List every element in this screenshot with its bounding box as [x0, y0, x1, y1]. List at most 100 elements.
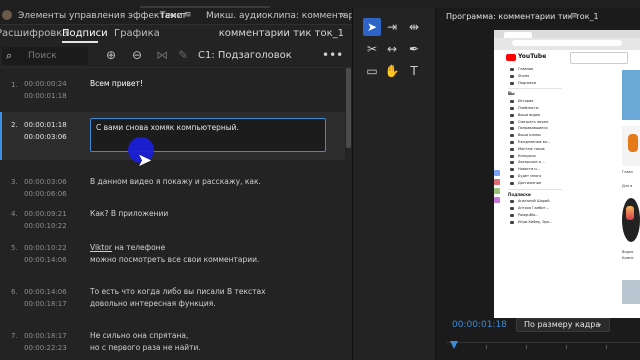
yt-side-item: Подписки — [508, 80, 562, 87]
pen-tool-icon[interactable]: ✒ — [405, 40, 423, 58]
add-caption-icon[interactable]: ⊕ — [106, 48, 116, 62]
row-number: 7. — [11, 332, 18, 340]
caption-text[interactable]: Всем привет! — [90, 78, 143, 90]
time-in: 00:00:09:21 — [24, 210, 67, 218]
caption-style-selector[interactable]: C1: Подзаголовок — [198, 50, 292, 61]
row-number: 3. — [11, 178, 18, 186]
row-timecodes: 00:00:10:22 00:00:14:06 — [24, 242, 67, 266]
video-frame[interactable]: YouTube Главная Shorts Подписки Вы Истор… — [494, 30, 640, 318]
rectangle-tool-icon[interactable]: ▭ — [363, 62, 381, 80]
yt-side-item: PalaguBlo... — [508, 212, 562, 219]
caption-text-line2: можно посмотреть все свои комментарии. — [90, 255, 260, 264]
yt-side-item: Плейлисты — [508, 105, 562, 112]
caption-list: 1. 00:00:00:24 00:00:01:18 Всем привет! … — [0, 68, 345, 360]
subtab-graphics[interactable]: Графика — [114, 28, 160, 39]
time-in: 00:00:14:06 — [24, 288, 67, 296]
program-time-ruler[interactable] — [446, 341, 640, 351]
yt-side-item: Антоха Гамбит... — [508, 205, 562, 212]
yt-side-item: Конкурсы — [508, 153, 562, 160]
yt-side-item: Новости и... — [508, 166, 562, 173]
search-icon: ⌕ — [6, 49, 13, 62]
slip-tool-icon[interactable]: ↔ — [383, 40, 401, 58]
yt-side-item: Достижения — [508, 180, 562, 187]
chevron-down-icon: ⌄ — [595, 319, 603, 329]
type-tool-icon[interactable]: T — [405, 62, 423, 80]
tab-text[interactable]: Текст — [160, 11, 187, 21]
browser-chrome — [494, 30, 640, 50]
top-strip — [0, 0, 640, 8]
caption-text[interactable]: Как? В приложении — [90, 208, 168, 220]
caption-text-line1: То есть что когда либо вы писали В текст… — [90, 287, 266, 296]
time-in: 00:00:01:18 — [24, 121, 67, 129]
caption-edit-field[interactable]: С вами снова хомяк компьютерный. — [90, 118, 326, 152]
premiere-window: Элементы управления эффектами Текст ≡ Ми… — [0, 0, 640, 360]
time-in: 00:00:18:17 — [24, 332, 67, 340]
scrollbar-thumb[interactable] — [346, 68, 351, 148]
yt-side-item: Монтаж тиков — [508, 146, 562, 153]
avatar[interactable] — [2, 10, 12, 20]
list-item[interactable]: 6. 00:00:14:06 00:00:18:17 То есть что к… — [0, 286, 345, 316]
caption-text[interactable]: То есть что когда либо вы писали В текст… — [90, 286, 266, 310]
list-item[interactable]: 7. 00:00:18:17 00:00:22:23 Не сильно она… — [0, 330, 345, 360]
zoom-fit-dropdown[interactable]: По размеру кадра ⌄ — [516, 318, 610, 332]
subtab-active-indicator — [62, 41, 98, 43]
caption-text[interactable]: Viktor на телефоне можно посмотреть все с… — [90, 242, 259, 266]
row-timecodes: 00:00:18:17 00:00:22:23 — [24, 330, 67, 354]
time-out: 00:00:22:23 — [24, 344, 67, 352]
panel-tabs: Элементы управления эффектами Текст ≡ Ми… — [0, 8, 415, 25]
yt-side-item: Ежедневные вл... — [508, 139, 562, 146]
time-out: 00:00:03:06 — [24, 133, 67, 141]
time-out: 00:00:01:18 — [24, 92, 67, 100]
list-item-selected[interactable]: 2. 00:00:01:18 00:00:03:06 С вами снова … — [0, 112, 345, 160]
caption-text[interactable]: В данном видео я покажу и расскажу, как. — [90, 176, 261, 188]
yt-side-item: Игры Кибер, Эро... — [508, 219, 562, 226]
yt-side-item: Хакерские и ... — [508, 159, 562, 166]
row-timecodes: 00:00:03:06 00:00:06:06 — [24, 176, 67, 200]
program-timecode[interactable]: 00:00:01:18 — [452, 320, 507, 330]
list-item[interactable]: 4. 00:00:09:21 00:00:10:22 Как? В прилож… — [0, 208, 345, 238]
razor-tool-icon[interactable]: ✂ — [363, 40, 381, 58]
yt-side-header: Подписки — [508, 191, 531, 197]
list-item[interactable]: 5. 00:00:10:22 00:00:14:06 Viktor на тел… — [0, 242, 345, 272]
row-timecodes: 00:00:14:06 00:00:18:17 — [24, 286, 67, 310]
playhead-icon[interactable] — [450, 341, 458, 349]
caption-text-line2: довольно интересная функция. — [90, 299, 216, 308]
row-number: 4. — [11, 210, 18, 218]
list-item[interactable]: 1. 00:00:00:24 00:00:01:18 Всем привет! — [0, 68, 345, 108]
ripple-edit-tool-icon[interactable]: ⇹ — [405, 18, 423, 36]
caption-text-line2: но с первого раза не найти. — [90, 343, 201, 352]
browser-url-bar — [512, 40, 622, 46]
video-right-label: Для в — [622, 184, 633, 188]
caption-text[interactable]: Не сильно она спрятана, но с первого раза… — [90, 330, 201, 354]
list-item[interactable]: 3. 00:00:03:06 00:00:06:06 В данном виде… — [0, 176, 345, 206]
video-thumbnail — [622, 280, 640, 304]
search-placeholder: Поиск — [28, 51, 57, 61]
edit-pencil-icon[interactable]: ✎ — [178, 48, 188, 62]
sequence-name: комментарии тик ток_1 — [218, 28, 344, 39]
yt-side-item: Ваши клипы — [508, 132, 562, 139]
row-number: 1. — [11, 81, 18, 89]
tabs-overflow-icon[interactable]: » — [340, 10, 346, 21]
tab-menu-icon[interactable]: ≡ — [184, 10, 192, 20]
program-menu-icon[interactable]: ≡ — [570, 11, 578, 21]
track-select-tool-icon[interactable]: ⇥ — [383, 18, 401, 36]
selection-tool-icon[interactable]: ➤ — [363, 18, 381, 36]
hand-tool-icon[interactable]: ✋ — [383, 62, 401, 80]
tab-effect-controls[interactable]: Элементы управления эффектами — [18, 11, 183, 21]
caption-list-scrollbar[interactable] — [346, 68, 351, 360]
search-input[interactable]: ⌕ Поиск — [2, 47, 88, 65]
mouse-pointer-icon: ➤ — [137, 150, 153, 171]
more-options-icon[interactable]: ••• — [322, 48, 343, 62]
youtube-brand: YouTube — [518, 53, 547, 60]
time-out: 00:00:06:06 — [24, 190, 67, 198]
video-thumbnail — [622, 198, 640, 242]
row-timecodes: 00:00:09:21 00:00:10:22 — [24, 208, 67, 232]
split-caption-icon[interactable]: ⊖ — [132, 48, 142, 62]
captions-toolbar: ⌕ Поиск ⊕ ⊖ ⋈ ✎ C1: Подзаголовок ••• — [0, 45, 352, 68]
subtab-transcript[interactable]: Расшифровка — [0, 28, 68, 39]
merge-caption-icon[interactable]: ⋈ — [156, 48, 168, 62]
row-number: 2. — [11, 121, 18, 129]
yt-side-item: Анатолий Шарий — [508, 198, 562, 205]
youtube-search-box — [570, 52, 628, 64]
subtab-captions[interactable]: Подписи — [62, 28, 108, 39]
